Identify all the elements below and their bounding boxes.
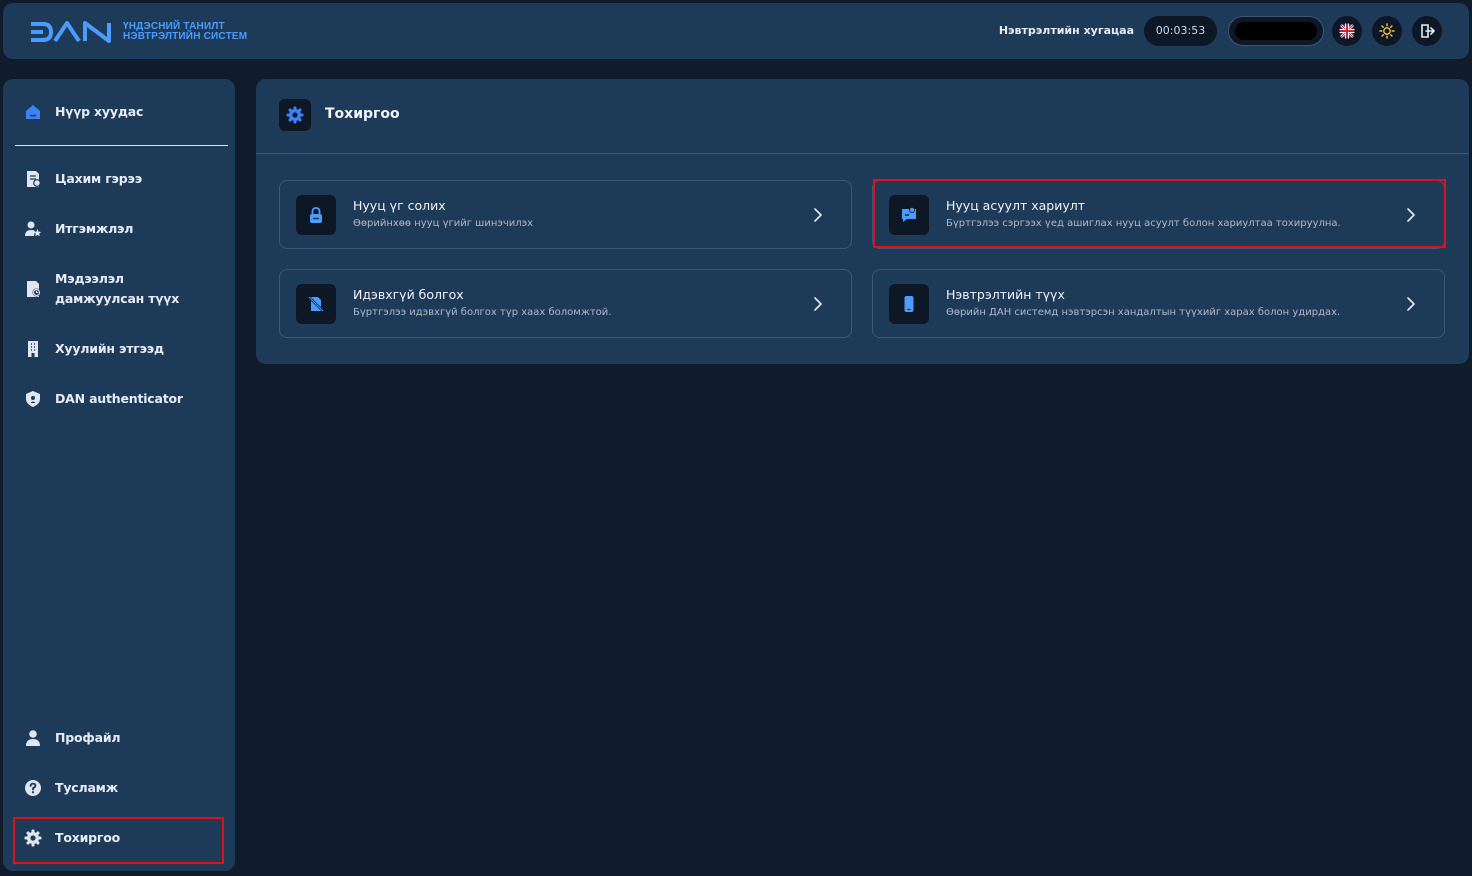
- user-menu-button[interactable]: [1228, 16, 1324, 46]
- session-timer: 00:03:53: [1144, 16, 1217, 46]
- highlight-box-settings: [13, 817, 224, 864]
- logout-button[interactable]: [1412, 16, 1442, 46]
- chevron-right-icon: [814, 208, 822, 222]
- logo-subtitle-line2: НЭВТРЭЛТИЙН СИСТЕМ: [123, 31, 248, 42]
- sidebar-item-profile[interactable]: Профайл: [15, 728, 227, 748]
- help-icon: [23, 778, 43, 798]
- building-icon: [23, 339, 43, 359]
- sidebar-item-label: DAN authenticator: [55, 391, 183, 406]
- card-title: Нууц үг солих: [353, 198, 446, 213]
- logo-subtitle: ҮНДЭСНИЙ ТАНИЛТ НЭВТРЭЛТИЙН СИСТЕМ: [123, 22, 247, 42]
- card-icon-box: [889, 284, 929, 324]
- card-description: Өөрийнхөө нууц үгийг шинэчилэх: [353, 218, 534, 229]
- chevron-right-icon: [814, 297, 822, 311]
- deactivate-icon: [308, 296, 324, 312]
- settings-header: Тохиргоо: [256, 79, 1469, 154]
- change-password-card[interactable]: Нууц үг солих Өөрийнхөө нууц үгийг шинэч…: [279, 180, 852, 249]
- session-label: Нэвтрэлтийн хугацаа: [998, 24, 1134, 37]
- card-title: Идэвхгүй болгох: [353, 287, 464, 302]
- login-history-card[interactable]: Нэвтрэлтийн түүх Өөрийн ДАН системд нэвт…: [872, 269, 1445, 338]
- sun-icon: [1379, 23, 1395, 39]
- sidebar-item-label: Хуулийн этгээд: [55, 341, 164, 356]
- deactivate-account-card[interactable]: Идэвхгүй болгох Бүртгэлээ идэвхгүй болго…: [279, 269, 852, 338]
- sidebar-item-legal-entity[interactable]: Хуулийн этгээд: [15, 339, 227, 359]
- uk-flag-icon: [1339, 23, 1355, 39]
- sidebar: Нүүр хуудас Цахим гэрээ Итгэмжлэл Мэдээл…: [3, 79, 235, 871]
- sidebar-item-e-contract[interactable]: Цахим гэрээ: [15, 169, 227, 189]
- lock-icon: [310, 207, 322, 223]
- card-icon-box: [296, 284, 336, 324]
- card-icon-box: [296, 195, 336, 235]
- logout-icon: [1421, 24, 1435, 38]
- redacted-username: [1235, 22, 1317, 40]
- gear-icon: [286, 106, 304, 124]
- top-bar: ҮНДЭСНИЙ ТАНИЛТ НЭВТРЭЛТИЙН СИСТЕМ Нэвтр…: [3, 3, 1469, 59]
- card-title: Нэвтрэлтийн түүх: [946, 287, 1065, 302]
- sidebar-item-label: Итгэмжлэл: [55, 221, 134, 236]
- phone-icon: [904, 296, 914, 312]
- card-description: Өөрийн ДАН системд нэвтэрсэн хандалтын т…: [946, 307, 1341, 318]
- document-icon: [23, 169, 43, 189]
- user-star-icon: [23, 219, 43, 239]
- sidebar-item-home[interactable]: Нүүр хуудас: [15, 102, 227, 122]
- settings-header-icon: [279, 99, 311, 131]
- sidebar-item-label: Мэдээлэл дамжуулсан түүх: [55, 271, 180, 306]
- user-icon: [23, 728, 43, 748]
- sidebar-item-label: Цахим гэрээ: [55, 171, 142, 186]
- sidebar-item-delegation[interactable]: Итгэмжлэл: [15, 219, 227, 239]
- shield-icon: [23, 389, 43, 409]
- sidebar-item-dan-authenticator[interactable]: DAN authenticator: [15, 389, 227, 409]
- sidebar-item-label: Профайл: [55, 730, 121, 745]
- chevron-right-icon: [1407, 297, 1415, 311]
- sidebar-divider: [15, 145, 228, 146]
- sidebar-item-label: Нүүр хуудас: [55, 104, 144, 119]
- language-button[interactable]: [1332, 16, 1362, 46]
- card-description: Бүртгэлээ идэвхгүй болгох түр хаах болом…: [353, 307, 612, 318]
- highlight-box-security-question: [873, 179, 1446, 248]
- history-doc-icon: [23, 279, 43, 299]
- sidebar-item-label: Тусламж: [55, 780, 118, 795]
- page-title: Тохиргоо: [325, 106, 400, 122]
- sidebar-item-help[interactable]: Тусламж: [15, 778, 227, 798]
- sidebar-item-data-transfer-history[interactable]: Мэдээлэл дамжуулсан түүх: [15, 269, 227, 309]
- dan-logo[interactable]: [29, 20, 117, 44]
- home-icon: [23, 102, 43, 122]
- theme-toggle-button[interactable]: [1372, 16, 1402, 46]
